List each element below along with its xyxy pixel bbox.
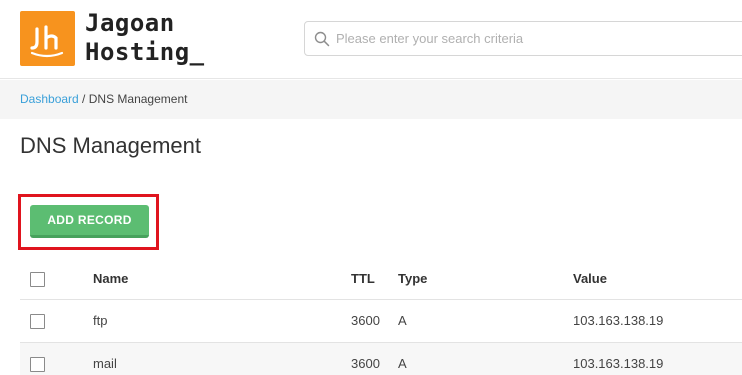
top-header: Jagoan Hosting_: [0, 0, 742, 79]
record-ttl: 3600: [351, 356, 380, 371]
brand-line-1: Jagoan: [85, 9, 175, 37]
search-icon: [314, 31, 330, 47]
jh-logo-icon[interactable]: [20, 11, 75, 66]
record-type: A: [398, 356, 407, 371]
breadcrumb-current: DNS Management: [88, 92, 188, 106]
add-record-button[interactable]: ADD RECORD: [30, 205, 149, 238]
record-value: 103.163.138.19: [573, 313, 664, 328]
dns-records-table: Name TTL Type Value ftp 3600 A 103.163.1…: [20, 258, 742, 375]
record-name: mail: [93, 356, 117, 371]
brand-line-2: Hosting_: [85, 38, 205, 66]
brand-name[interactable]: Jagoan Hosting_: [85, 9, 205, 67]
record-name: ftp: [93, 313, 108, 328]
breadcrumb-dashboard-link[interactable]: Dashboard: [20, 92, 79, 106]
table-row[interactable]: mail 3600 A 103.163.138.19: [20, 343, 742, 375]
breadcrumb: Dashboard / DNS Management: [0, 80, 742, 119]
search-box[interactable]: [304, 21, 742, 56]
record-value: 103.163.138.19: [573, 356, 664, 371]
column-header-type[interactable]: Type: [398, 258, 427, 300]
select-all-checkbox[interactable]: [30, 272, 45, 287]
row-checkbox[interactable]: [30, 314, 45, 329]
column-header-value[interactable]: Value: [573, 258, 607, 300]
search-input[interactable]: [336, 22, 742, 55]
table-row[interactable]: ftp 3600 A 103.163.138.19: [20, 300, 742, 343]
column-header-name[interactable]: Name: [93, 258, 128, 300]
page-title: DNS Management: [20, 133, 201, 158]
record-ttl: 3600: [351, 313, 380, 328]
row-checkbox[interactable]: [30, 357, 45, 372]
record-type: A: [398, 313, 407, 328]
breadcrumb-separator: /: [78, 92, 89, 106]
table-header-row: Name TTL Type Value: [20, 258, 742, 300]
breadcrumb-trail: Dashboard / DNS Management: [20, 92, 187, 106]
column-header-ttl[interactable]: TTL: [351, 258, 375, 300]
